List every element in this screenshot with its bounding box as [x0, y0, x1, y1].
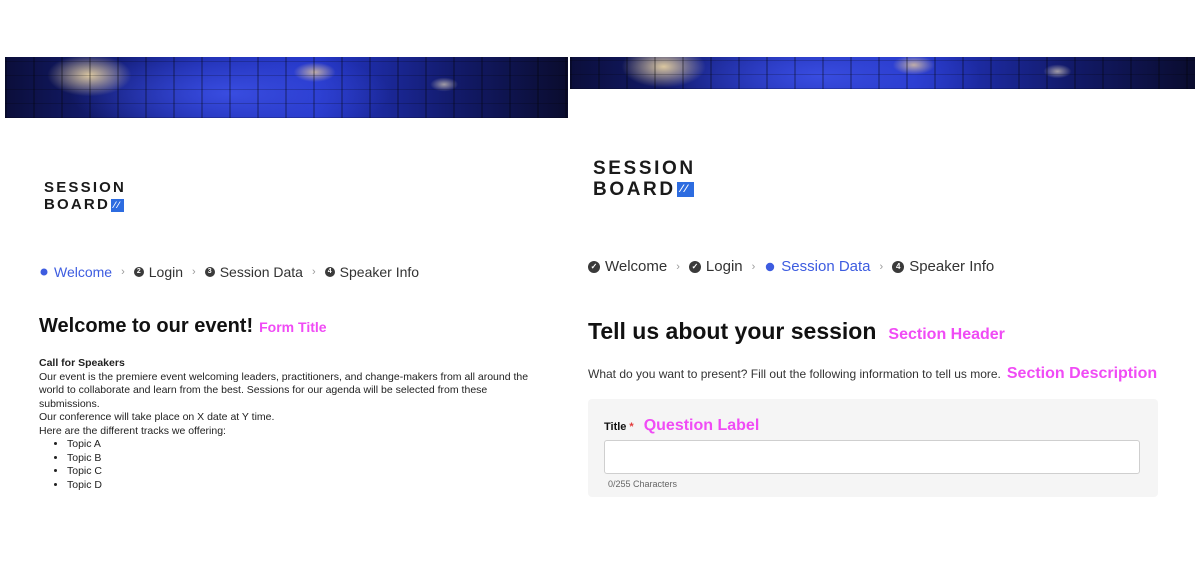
event-banner-image [570, 57, 1195, 89]
chevron-right-icon: › [751, 260, 756, 273]
chevron-right-icon: › [192, 266, 196, 278]
step-session-data[interactable]: 3 Session Data [204, 264, 303, 280]
logo-line-1: SESSION [44, 179, 127, 196]
section-header-text: Tell us about your session [588, 318, 877, 344]
sessionboard-logo: SESSION BOARD ⁄⁄ [44, 180, 126, 212]
progress-steps: ✓ Welcome › ✓ Login › Session Data › 4 S… [588, 258, 994, 275]
step-welcome[interactable]: Welcome [39, 264, 112, 280]
event-banner-image [5, 57, 568, 118]
step-number-icon: 4 [892, 260, 905, 273]
session-data-screen-panel: SESSION BOARD ⁄⁄ ✓ Welcome › ✓ Login › Se… [570, 0, 1200, 563]
step-login[interactable]: ✓ Login [688, 258, 743, 275]
sessionboard-logo: SESSION BOARD ⁄⁄ [593, 159, 696, 199]
topics-list: Topic A Topic B Topic C Topic D [39, 438, 539, 492]
step-label: Speaker Info [909, 258, 995, 275]
question-label-annotation: Question Label [643, 417, 760, 434]
list-item: Topic A [67, 438, 539, 452]
question-label: Title * Question Label [604, 417, 759, 435]
step-current-dot-icon [40, 268, 48, 276]
step-label: Welcome [605, 258, 668, 275]
step-login[interactable]: 2 Login [133, 264, 184, 280]
logo-line-2: BOARD [593, 179, 676, 200]
character-counter: 0/255 Characters [608, 479, 678, 489]
step-number-icon: 4 [324, 267, 335, 277]
list-item: Topic B [67, 452, 539, 466]
list-item: Topic D [67, 479, 539, 493]
step-label: Login [705, 258, 743, 275]
section-description: What do you want to present? Fill out th… [588, 365, 1157, 383]
step-label: Login [148, 264, 184, 280]
welcome-screen-panel: SESSION BOARD ⁄⁄ Welcome › 2 Login › 3 Se… [0, 0, 570, 563]
step-number-icon: 3 [204, 267, 215, 277]
check-circle-icon: ✓ [588, 260, 600, 273]
logo-line-1: SESSION [593, 158, 696, 179]
progress-steps: Welcome › 2 Login › 3 Session Data › 4 S… [39, 264, 419, 280]
question-label-text: Title [604, 421, 627, 433]
check-circle-icon: ✓ [688, 260, 701, 273]
section-description-text: What do you want to present? Fill out th… [588, 367, 1001, 381]
form-title-text: Welcome to our event! [39, 315, 254, 337]
logo-line-2: BOARD [44, 196, 110, 213]
section-header: Tell us about your session Section Header [588, 318, 1005, 345]
step-session-data[interactable]: Session Data [764, 258, 871, 275]
form-description: Call for Speakers Our event is the premi… [39, 357, 539, 492]
chevron-right-icon: › [311, 266, 316, 278]
step-label: Session Data [219, 264, 303, 280]
form-title-annotation: Form Title [259, 319, 327, 335]
description-paragraph: Our event is the premiere event welcomin… [39, 370, 529, 410]
list-item: Topic C [67, 465, 539, 479]
step-number-icon: 2 [133, 267, 144, 277]
call-for-speakers-heading: Call for Speakers [39, 357, 125, 369]
chevron-right-icon: › [676, 260, 680, 273]
step-speaker-info[interactable]: 4 Speaker Info [892, 258, 994, 275]
description-paragraph: Here are the different tracks we offerin… [39, 424, 226, 437]
logo-mark-icon: ⁄⁄ [111, 198, 124, 212]
form-title: Welcome to our event! Form Title [39, 315, 327, 338]
chevron-right-icon: › [121, 266, 125, 278]
logo-mark-icon: ⁄⁄ [676, 182, 694, 198]
section-description-annotation: Section Description [1006, 365, 1158, 382]
step-welcome[interactable]: ✓ Welcome [588, 258, 667, 275]
title-input[interactable] [604, 440, 1140, 474]
step-label: Welcome [54, 264, 113, 280]
step-current-dot-icon [766, 262, 775, 271]
step-speaker-info[interactable]: 4 Speaker Info [324, 264, 420, 280]
required-asterisk: * [629, 421, 634, 433]
section-header-annotation: Section Header [888, 326, 1005, 343]
chevron-right-icon: › [879, 260, 884, 273]
step-label: Speaker Info [339, 264, 420, 280]
question-card: Title * Question Label 0/255 Characters [588, 399, 1158, 497]
step-label: Session Data [781, 258, 871, 275]
description-paragraph: Our conference will take place on X date… [39, 411, 275, 423]
